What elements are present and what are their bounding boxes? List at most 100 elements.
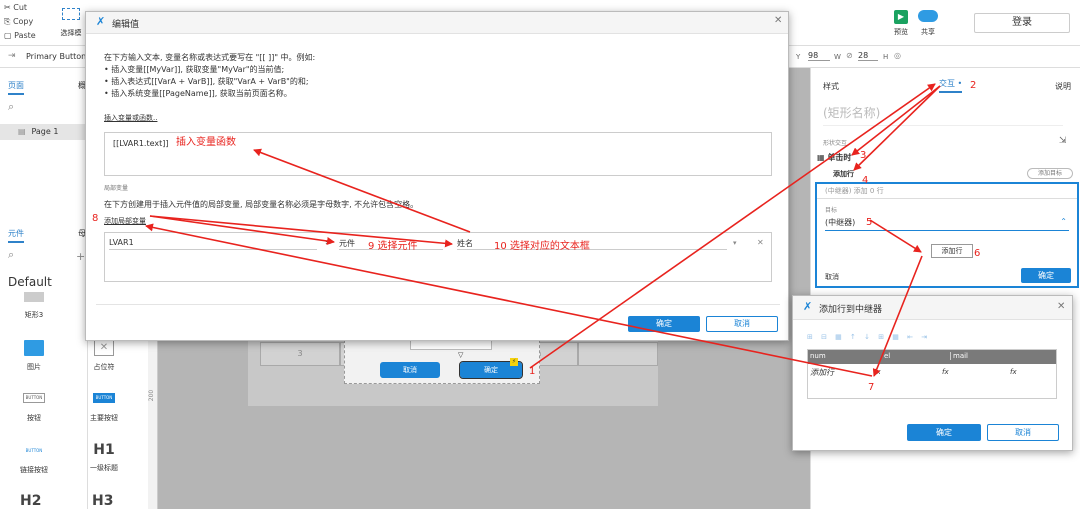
fx-icon[interactable]: fx (942, 368, 949, 376)
paste-button[interactable]: ▢ Paste (4, 31, 36, 40)
widget-label: 占位符 (93, 363, 115, 371)
tab-notes[interactable]: 说明 (1055, 81, 1071, 92)
add-row-button[interactable]: 添加行 (931, 244, 973, 258)
cut-button[interactable]: ✂ Cut (4, 3, 27, 12)
fx-icon[interactable]: fx (1010, 368, 1017, 376)
widget-h2[interactable]: H2 (20, 493, 41, 509)
handle-top-icon[interactable]: ▽ (458, 351, 463, 359)
rect-icon (24, 292, 44, 302)
page-icon: ▤ (18, 127, 26, 136)
add-local-var-link[interactable]: 添加局部变量 (104, 216, 146, 226)
y-field[interactable]: 98 (808, 51, 830, 61)
insert-variable-link[interactable]: 插入变量或函数.. (104, 113, 157, 123)
widget-h3[interactable]: H3 (92, 493, 113, 509)
dialog-ok-button[interactable]: 确定 (628, 316, 700, 332)
repeater-cell-4 (578, 342, 658, 366)
preview-button[interactable]: ▶ 预览 (890, 10, 912, 37)
tab-widgets[interactable]: 元件 (8, 228, 24, 243)
fx-icon[interactable]: fx (874, 368, 881, 376)
annotation-5: 5 (866, 217, 873, 228)
annotation-9: 9 选择元件 (368, 241, 418, 252)
copy-button[interactable]: ⎘ Copy (4, 17, 33, 27)
widget-label: 链接按钮 (20, 466, 48, 474)
action-ok-button[interactable]: 确定 (1021, 268, 1071, 283)
edit-value-dialog: ✗ 编辑值 ✕ 在下方输入文本, 变量名称或表达式要写在 "[[ ]]" 中。例… (85, 11, 789, 341)
widget-label: 图片 (27, 363, 41, 371)
widgets-search-icon[interactable]: ⌕ (8, 248, 14, 262)
tab-pages[interactable]: 页面 (8, 80, 24, 95)
local-var-box: LVAR1 = 元件 姓名 ▾ ✕ (104, 232, 772, 282)
widget-primary-button[interactable]: BUTTON 主要按钮 (84, 393, 124, 423)
lock-icon[interactable]: ⊘ (846, 51, 853, 60)
repeater-summary: (中继器) 添加 0 行 (825, 187, 884, 195)
widget-label: 主要按钮 (90, 414, 118, 422)
tab-interactions[interactable]: 交互 • (939, 78, 963, 93)
copy-icon: ⎘ (4, 17, 11, 26)
widget-label: 按钮 (27, 414, 41, 422)
grid-tools-icon[interactable]: ⊞ ⊟ ▦ ↑ ↓ ⊞ ▦ ⇤ ⇥ (807, 333, 930, 341)
widget-image[interactable]: 图片 (16, 340, 52, 372)
placeholder-icon: ✕ (94, 340, 114, 356)
add-target-button[interactable]: 添加目标 (1027, 168, 1073, 179)
on-click-label: 单击时 (827, 153, 852, 162)
close-icon[interactable]: ✕ (1057, 301, 1065, 312)
dropdown-arrow-icon[interactable]: ▾ (733, 239, 737, 247)
var-name-input[interactable]: LVAR1 (109, 238, 317, 250)
add-row-header: ✗ 添加行到中继器 ✕ (793, 296, 1072, 320)
w-field[interactable]: 28 (858, 51, 878, 61)
collapse-icon[interactable]: ⇲ (1059, 136, 1067, 146)
widget-label: 矩形3 (24, 311, 44, 319)
widget-placeholder[interactable]: ✕ 占位符 (84, 340, 124, 372)
target-value: (中继器) (825, 218, 856, 227)
annotation-2: 2 (970, 80, 977, 91)
divider (817, 198, 1077, 199)
h1-preview-icon: H1 (93, 442, 115, 458)
repeater-cell: 3 (260, 342, 340, 366)
add-row-cancel-button[interactable]: 取消 (987, 424, 1059, 441)
annotation-insert-fn: 插入变量函数 (176, 137, 236, 148)
eye-icon[interactable]: ◎ (894, 51, 901, 60)
action-editor: (中继器) 添加 0 行 目标 (中继器) ⌃ 添加行 取消 确定 (815, 182, 1079, 288)
dialog-title: 编辑值 (112, 20, 140, 30)
select-mode-button[interactable]: 选择模 (56, 8, 86, 42)
delete-var-icon[interactable]: ✕ (757, 238, 764, 247)
select-grid-icon (62, 8, 80, 20)
action-cancel-link[interactable]: 取消 (825, 272, 839, 282)
tab-interactions-label: 交互 (939, 79, 955, 88)
shape-name-field[interactable]: (矩形名称) (823, 104, 1063, 126)
canvas-cancel-button[interactable]: 取消 (380, 362, 440, 378)
login-button[interactable]: 登录 (974, 13, 1070, 33)
annotation-4: 4 (862, 175, 869, 186)
annotation-7: 7 (868, 382, 875, 393)
intro-line: • 插入变量[[MyVar]], 获取变量"MyVar"的当前值; (104, 65, 285, 74)
target-label: 目标 (825, 207, 838, 214)
dialog-cancel-button[interactable]: 取消 (706, 316, 778, 332)
page-item-label: Page 1 (31, 127, 59, 136)
add-row-action[interactable]: 添加行 (833, 169, 854, 179)
tab-style[interactable]: 样式 (823, 81, 839, 92)
share-label: 共享 (921, 28, 935, 36)
share-button[interactable]: 共享 (916, 10, 940, 37)
library-name[interactable]: Default (8, 275, 52, 289)
add-row-ok-button[interactable]: 确定 (907, 424, 981, 441)
form-input[interactable] (410, 340, 492, 350)
widget-h1[interactable]: H1 一级标题 (84, 442, 124, 473)
widget-link-button[interactable]: BUTTON 链接按钮 (12, 446, 56, 475)
cut-label: Cut (13, 3, 28, 12)
widget-rect[interactable]: 矩形3 (16, 292, 52, 320)
ruler-number: 200 (148, 389, 156, 402)
button-preview-icon: BUTTON (23, 393, 45, 403)
on-click-event[interactable]: ▦ 单击时 (817, 152, 851, 163)
scissors-icon: ✂ (4, 3, 11, 12)
target-select[interactable]: (中继器) ⌃ (825, 217, 1069, 231)
page-item[interactable]: ▤ Page 1 (0, 124, 88, 140)
paste-label: Paste (14, 31, 36, 40)
row-table: num el mail 添加行 fx fx fx (807, 349, 1057, 399)
dialog-header: ✗ 编辑值 ✕ (86, 12, 788, 34)
pages-search-icon[interactable]: ⌕ (8, 100, 14, 114)
add-widget-icon[interactable]: + (76, 250, 85, 263)
y-label: Y (796, 53, 801, 61)
local-var-desc: 在下方创建用于插入元件值的局部变量, 局部变量名称必须是字母数字, 不允许包含空… (104, 200, 419, 209)
close-icon[interactable]: ✕ (774, 15, 782, 26)
widget-button[interactable]: BUTTON 按钮 (16, 393, 52, 423)
